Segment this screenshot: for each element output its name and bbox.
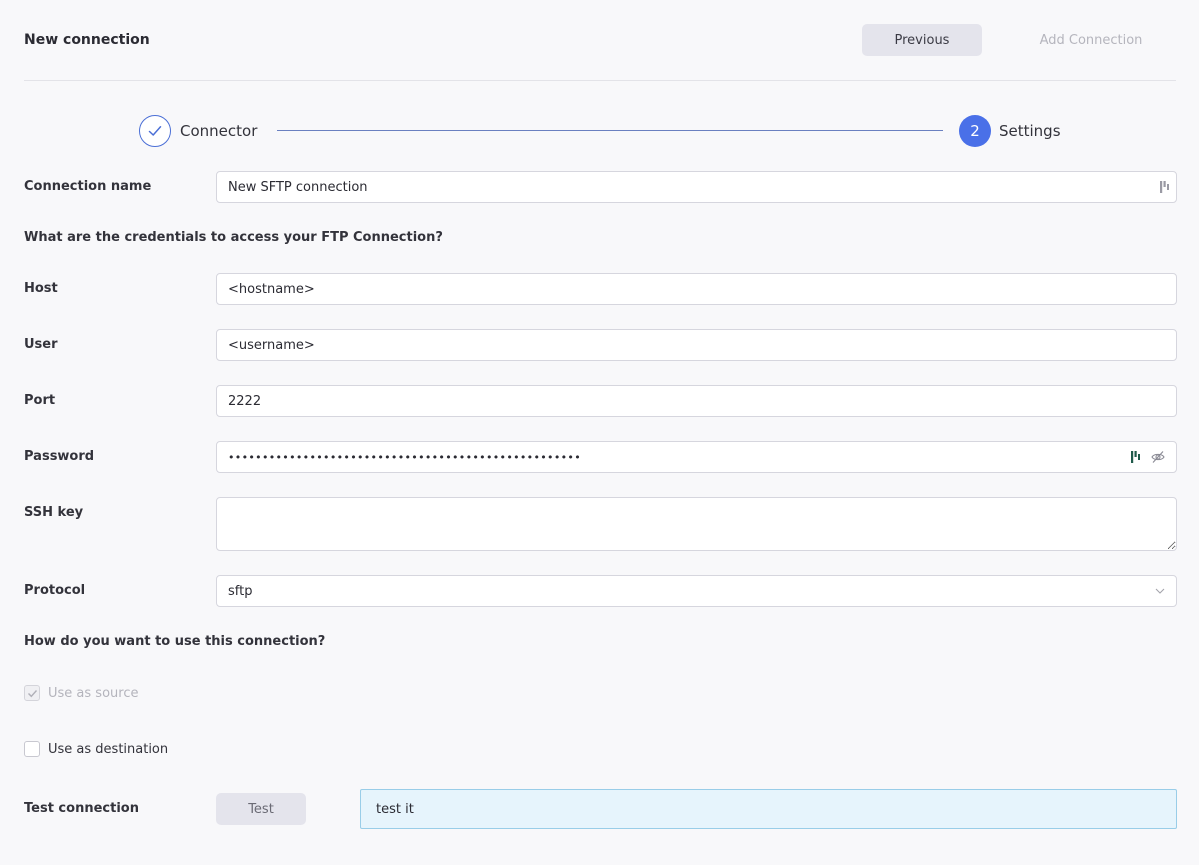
ssh-key-label: SSH key [24, 505, 84, 520]
password-manager-icon[interactable] [1158, 180, 1172, 194]
protocol-select[interactable]: sftp [216, 575, 1177, 607]
step-connector-line [277, 130, 943, 131]
use-as-source-checkbox[interactable] [24, 685, 40, 701]
chevron-down-icon [1155, 588, 1165, 594]
step-connector-indicator [139, 115, 171, 147]
add-connection-button[interactable]: Add Connection [1009, 24, 1173, 56]
host-label: Host [24, 281, 58, 296]
step-connector-label: Connector [180, 122, 258, 140]
use-as-destination-label: Use as destination [48, 741, 169, 757]
password-input[interactable]: ••••••••••••••••••••••••••••••••••••••••… [216, 441, 1177, 473]
step-settings-label: Settings [999, 122, 1061, 140]
step-settings-indicator: 2 [959, 115, 991, 147]
stepper: Connector 2 Settings [139, 115, 1079, 147]
eye-off-icon[interactable] [1151, 450, 1165, 464]
host-input[interactable] [216, 273, 1177, 305]
usage-heading: How do you want to use this connection? [24, 634, 326, 649]
protocol-label: Protocol [24, 583, 86, 598]
protocol-select-value: sftp [228, 583, 253, 599]
test-button[interactable]: Test [216, 793, 306, 825]
header: New connection Previous Add Connection [24, 0, 1176, 81]
ssh-key-textarea[interactable] [216, 497, 1177, 551]
credentials-heading: What are the credentials to access your … [24, 230, 443, 245]
check-icon [148, 126, 162, 136]
port-label: Port [24, 393, 56, 408]
connection-name-label: Connection name [24, 179, 152, 194]
test-connection-label: Test connection [24, 801, 139, 816]
use-as-destination-checkbox[interactable] [24, 741, 40, 757]
connection-name-input[interactable] [216, 171, 1177, 203]
page-title: New connection [24, 32, 150, 48]
password-label: Password [24, 449, 95, 464]
password-manager-icon[interactable] [1129, 450, 1143, 464]
check-icon [27, 689, 37, 697]
port-input[interactable] [216, 385, 1177, 417]
use-as-destination-row: Use as destination [24, 740, 168, 758]
use-as-source-row: Use as source [24, 684, 138, 702]
user-input[interactable] [216, 329, 1177, 361]
previous-button[interactable]: Previous [862, 24, 982, 56]
use-as-source-label: Use as source [48, 685, 139, 701]
user-label: User [24, 337, 58, 352]
test-result-message: test it [360, 789, 1177, 829]
